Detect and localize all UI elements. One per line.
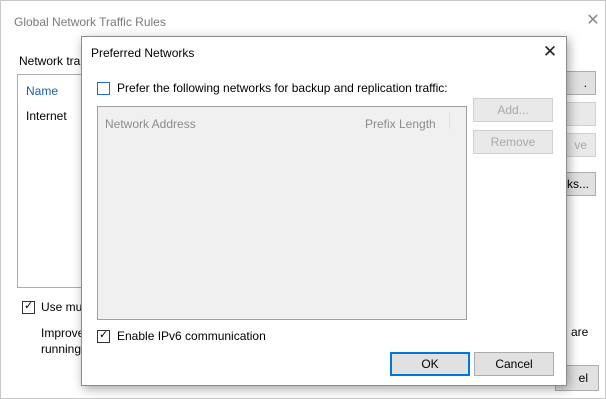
preferred-networks-dialog: Preferred Networks ✕ Prefer the followin… xyxy=(81,36,567,386)
column-header-name[interactable]: Name xyxy=(26,84,58,98)
checkmark-icon: ✓ xyxy=(99,329,109,341)
add-rule-button[interactable]: . xyxy=(566,71,596,95)
prefer-networks-checkbox[interactable] xyxy=(97,82,110,95)
dialog-title: Preferred Networks xyxy=(91,46,195,60)
description-line-1: Improve xyxy=(41,326,85,340)
edit-rule-button[interactable] xyxy=(566,102,596,126)
description-line-2: running xyxy=(41,342,82,356)
remove-rule-button[interactable]: ve xyxy=(566,133,596,157)
use-multiple-streams-label: Use mu xyxy=(41,300,83,314)
traffic-rules-list[interactable]: Name Internet xyxy=(17,74,88,288)
column-divider xyxy=(449,113,450,129)
ok-button[interactable]: OK xyxy=(390,352,470,376)
column-header-network-address[interactable]: Network Address xyxy=(105,117,196,131)
enable-ipv6-label[interactable]: Enable IPv6 communication xyxy=(117,329,266,343)
close-icon[interactable]: ✕ xyxy=(540,42,560,62)
list-item-internet[interactable]: Internet xyxy=(26,109,67,123)
enable-ipv6-checkbox[interactable]: ✓ xyxy=(97,329,110,343)
cancel-button[interactable]: Cancel xyxy=(474,352,554,376)
prefer-networks-label[interactable]: Prefer the following networks for backup… xyxy=(117,81,448,95)
checkmark-icon: ✓ xyxy=(24,300,34,312)
description-suffix: are xyxy=(571,325,589,339)
description-text: Improve running xyxy=(41,325,84,357)
add-network-button[interactable]: Add... xyxy=(473,98,553,122)
preferred-networks-table[interactable]: Network Address Prefix Length xyxy=(97,106,467,320)
close-icon[interactable]: ✕ xyxy=(584,12,602,30)
network-traffic-group-label: Network tra xyxy=(19,54,81,68)
networks-button[interactable]: ks... xyxy=(566,172,596,196)
remove-network-button[interactable]: Remove xyxy=(473,130,553,154)
column-header-prefix-length[interactable]: Prefix Length xyxy=(365,117,436,131)
window-title: Global Network Traffic Rules xyxy=(14,15,166,29)
use-multiple-streams-checkbox[interactable]: ✓ xyxy=(22,300,35,314)
